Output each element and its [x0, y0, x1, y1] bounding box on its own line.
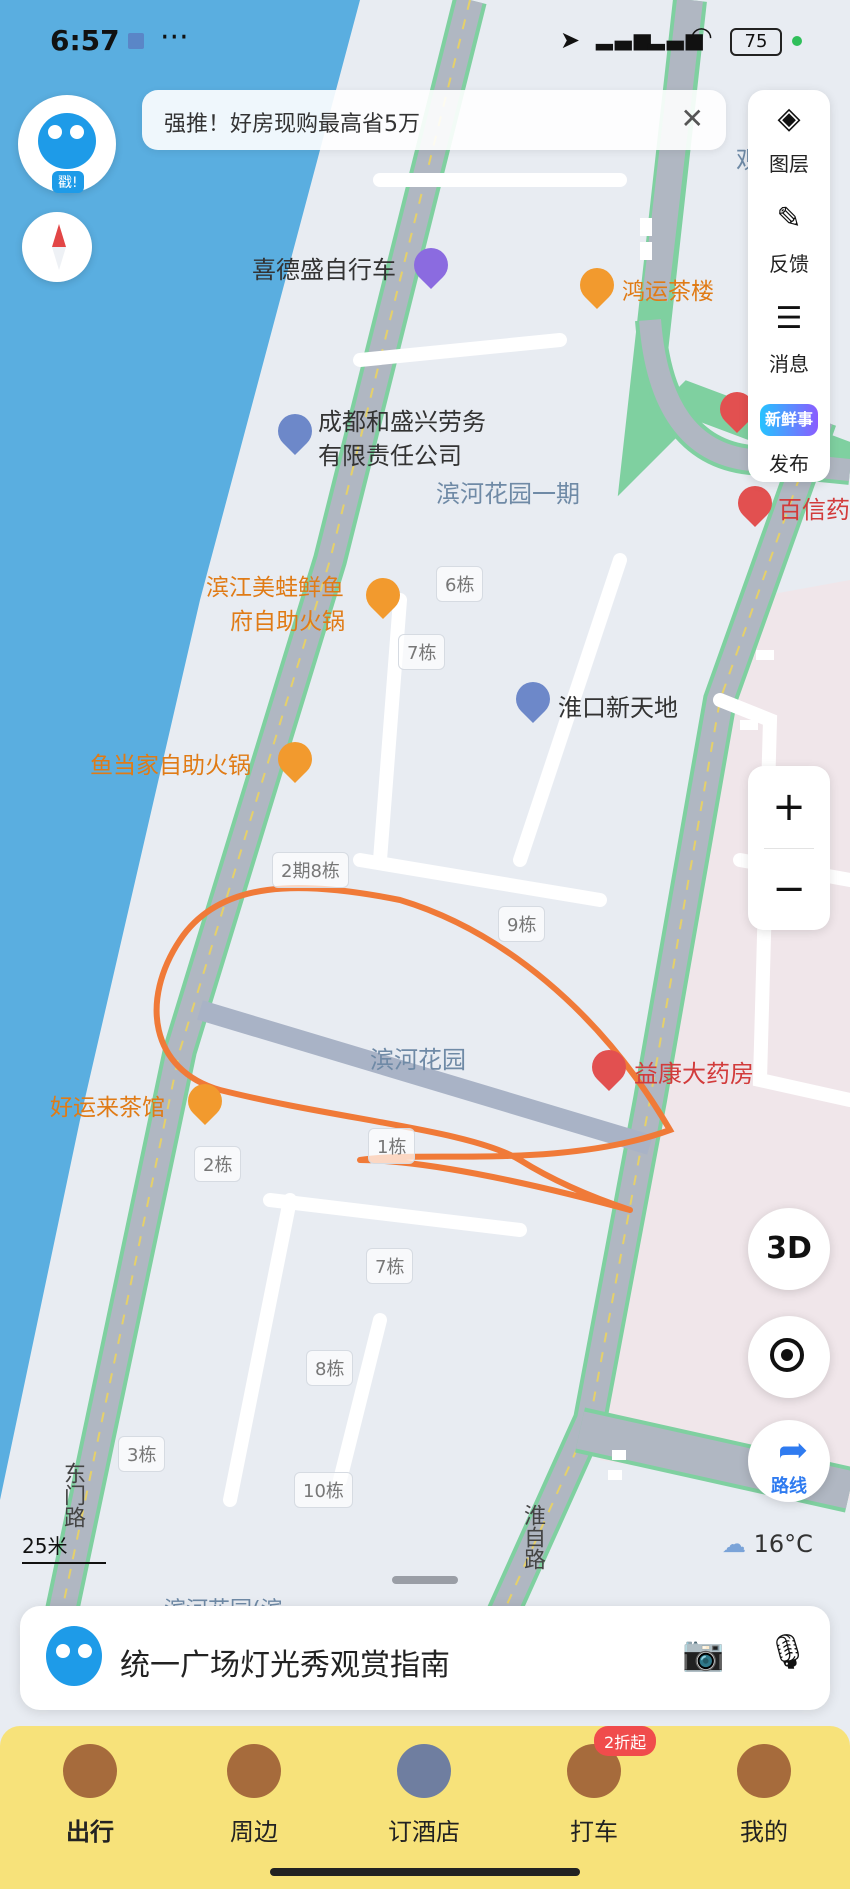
mascot-icon [38, 113, 96, 169]
mascot-eye [48, 125, 62, 139]
route-label: 路线 [771, 1476, 807, 1497]
bear-icon [227, 1744, 281, 1798]
building-label: 3栋 [118, 1436, 166, 1472]
tab-me[interactable]: 我的 [704, 1744, 824, 1847]
layers-icon: ◈ [777, 101, 801, 136]
weather-indicator[interactable]: ☁ 16°C [722, 1530, 813, 1558]
poi-label[interactable]: 有限责任公司 [318, 436, 462, 471]
poi-label[interactable]: 滨江美蛙鲜鱼 [206, 568, 344, 602]
road-label: 东门路 [60, 1462, 85, 1528]
menu-label: 反馈 [769, 252, 809, 276]
avatar-tag: 戳! [52, 171, 84, 193]
locate-button[interactable] [748, 1316, 830, 1398]
poi-label[interactable]: 百信药 [778, 490, 850, 525]
compass-north-icon [52, 224, 66, 247]
tab-label: 打车 [570, 1818, 618, 1846]
fresh-badge: 新鲜事 [760, 404, 818, 436]
mascot-icon [46, 1626, 102, 1686]
bear-icon [63, 1744, 117, 1798]
tab-label: 我的 [740, 1818, 788, 1846]
building-label: 6栋 [436, 566, 484, 602]
avatar[interactable]: 戳! [18, 95, 116, 193]
more-icon: ··· [160, 20, 189, 55]
area-label: 滨河花园一期 [436, 480, 580, 508]
mascot-eye [78, 1644, 92, 1658]
feedback-icon: ✎ [776, 201, 802, 236]
route-button[interactable]: ➦ 路线 [748, 1420, 830, 1502]
zoom-control: + − [748, 766, 830, 930]
building-label: 9栋 [498, 906, 546, 942]
tab-nearby[interactable]: 周边 [194, 1744, 314, 1847]
message-icon: ☰ [775, 301, 803, 336]
cloud-icon: ☁ [722, 1530, 746, 1558]
poi-label[interactable]: 益康大药房 [634, 1054, 754, 1089]
locate-dot [781, 1349, 793, 1361]
status-bar: 6:57 ··· ➤ ▂▃▅ ▂▃▅ ◠ 75 [0, 0, 850, 80]
tab-label: 出行 [66, 1818, 114, 1846]
temperature: 16°C [753, 1530, 813, 1558]
road-label: 淮自路 [520, 1504, 545, 1570]
poi-label[interactable]: 府自助火锅 [230, 602, 345, 636]
clock: 6:57 [50, 24, 120, 57]
promo-banner[interactable]: 强推！好房现购最高省5万 ✕ [142, 90, 726, 150]
microphone-icon[interactable]: 🎙 [766, 1632, 809, 1672]
camera-icon[interactable]: 📷 [682, 1634, 724, 1674]
poi-label[interactable]: 鱼当家自助火锅 [90, 746, 251, 780]
mascot-eye [70, 125, 84, 139]
building-label: 10栋 [294, 1472, 353, 1508]
location-arrow-icon: ➤ [560, 26, 581, 54]
wifi-icon: ◠ [690, 22, 713, 52]
bear-icon [737, 1744, 791, 1798]
messages-button[interactable]: ☰ 消息 [748, 290, 830, 386]
tab-taxi[interactable]: 打车 [534, 1744, 654, 1847]
scale-label: 25米 [22, 1534, 68, 1558]
bottom-nav: 出行 周边 订酒店 打车 我的 2折起 [0, 1726, 850, 1889]
poi-label[interactable]: 好运来茶馆 [50, 1088, 165, 1122]
home-indicator[interactable] [270, 1868, 580, 1876]
poi-label[interactable]: 淮口新天地 [558, 688, 678, 723]
route-arrow-icon: ➦ [778, 1430, 809, 1471]
3d-toggle-button[interactable]: 3D [748, 1208, 830, 1290]
tab-travel[interactable]: 出行 [30, 1744, 150, 1847]
tab-hotel[interactable]: 订酒店 [364, 1744, 484, 1847]
building-label: 7栋 [398, 634, 446, 670]
scale-bar [22, 1562, 106, 1564]
layers-button[interactable]: ◈ 图层 [748, 90, 830, 186]
tab-label: 周边 [230, 1818, 278, 1846]
building-label: 2期8栋 [272, 852, 349, 888]
battery-icon: 75 [730, 28, 782, 56]
zoom-in-button[interactable]: + [748, 766, 830, 848]
person-icon [397, 1744, 451, 1798]
building-label: 7栋 [366, 1248, 414, 1284]
discount-badge: 2折起 [594, 1726, 657, 1756]
building-label: 8栋 [306, 1350, 354, 1386]
app-notification-icon [128, 33, 144, 49]
zoom-out-button[interactable]: − [748, 848, 830, 930]
signal-icon: ▂▃▅ [596, 26, 653, 51]
poi-label[interactable]: 鸿运茶楼 [622, 272, 714, 306]
map-tools-menu: ◈ 图层 ✎ 反馈 ☰ 消息 新鲜事 发布 [748, 90, 830, 482]
menu-label: 发布 [769, 452, 809, 476]
compass-button[interactable] [22, 212, 92, 282]
poi-label[interactable]: 成都和盛兴劳务 [318, 402, 486, 437]
close-icon[interactable]: ✕ [681, 102, 704, 135]
privacy-dot-icon [792, 36, 802, 46]
drag-handle[interactable] [392, 1576, 458, 1584]
publish-button[interactable]: 新鲜事 发布 [748, 390, 830, 486]
building-label: 2栋 [194, 1146, 242, 1182]
compass-south-icon [52, 247, 66, 270]
area-label: 滨河花园 [370, 1046, 466, 1074]
poi-label[interactable]: 喜德盛自行车 [252, 250, 396, 285]
search-bar[interactable]: 统一广场灯光秀观赏指南 📷 🎙 [20, 1606, 830, 1710]
menu-label: 图层 [769, 152, 809, 176]
mascot-eye [56, 1644, 70, 1658]
tab-label: 订酒店 [388, 1818, 460, 1846]
building-label: 1栋 [368, 1128, 416, 1164]
feedback-button[interactable]: ✎ 反馈 [748, 190, 830, 286]
search-input[interactable]: 统一广场灯光秀观赏指南 [120, 1640, 450, 1684]
menu-label: 消息 [769, 352, 809, 376]
promo-text[interactable]: 强推！好房现购最高省5万 [164, 106, 420, 138]
